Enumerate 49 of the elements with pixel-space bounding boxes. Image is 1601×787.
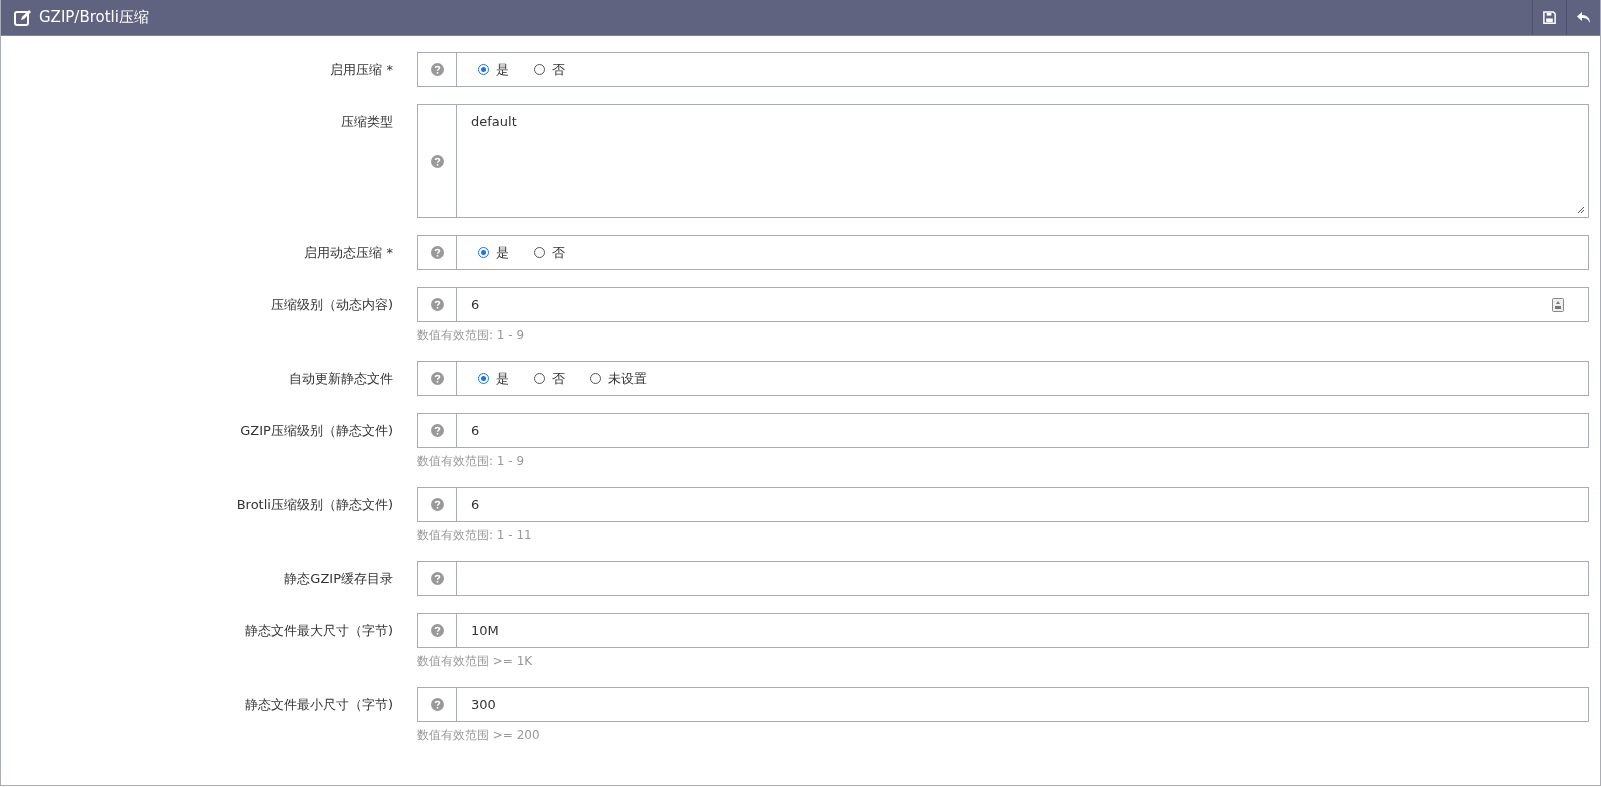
- picker-icon[interactable]: [1552, 297, 1564, 312]
- field-label: GZIP压缩级别（静态文件): [239, 422, 393, 440]
- field-value: 6: [471, 423, 480, 438]
- radio-option[interactable]: 是: [478, 60, 509, 79]
- radio-option[interactable]: 否: [534, 243, 565, 262]
- field-label: 自动更新静态文件: [288, 370, 393, 388]
- resize-grip-icon[interactable]: [1575, 204, 1585, 214]
- field-label: 静态文件最大尺寸（字节): [243, 622, 393, 640]
- field-label: 压缩级别（动态内容): [269, 296, 393, 314]
- hint-text: 数值有效范围: 1 - 9: [417, 453, 526, 470]
- help-icon[interactable]: [430, 63, 444, 76]
- hint-text: 数值有效范围: 1 - 9: [417, 327, 526, 344]
- field-label: 启用动态压缩 *: [303, 244, 393, 262]
- hint-text: 数值有效范围: 1 - 11: [417, 527, 533, 544]
- hint-text: 数值有效范围 >= 200: [417, 727, 541, 744]
- help-icon[interactable]: [430, 698, 444, 711]
- field-value: 6: [471, 497, 480, 512]
- input-field[interactable]: 300: [417, 687, 1589, 722]
- help-icon[interactable]: [430, 154, 444, 168]
- input-field[interactable]: 10M: [417, 613, 1589, 648]
- panel-title: GZIP/Brotli压缩: [39, 8, 149, 27]
- field-value: 6: [471, 297, 480, 312]
- input-field[interactable]: 6: [417, 287, 1589, 322]
- field-value: 10M: [471, 623, 499, 638]
- input-field[interactable]: 6: [417, 487, 1589, 522]
- radio-option[interactable]: 是: [478, 369, 509, 388]
- help-icon[interactable]: [430, 372, 444, 385]
- help-icon[interactable]: [430, 424, 444, 437]
- field-label: Brotli压缩级别（静态文件): [235, 496, 393, 514]
- radio-option[interactable]: 是: [478, 243, 509, 262]
- help-icon[interactable]: [430, 624, 444, 637]
- radio-option[interactable]: 否: [534, 60, 565, 79]
- input-field[interactable]: [417, 561, 1589, 596]
- edit-icon: [13, 7, 33, 28]
- hint-text: 数值有效范围 >= 1K: [417, 653, 534, 670]
- field-label: 压缩类型: [340, 113, 393, 131]
- field-label: 静态文件最小尺寸（字节): [243, 696, 393, 714]
- textarea-field[interactable]: default: [417, 104, 1589, 218]
- help-icon[interactable]: [430, 498, 444, 511]
- help-icon[interactable]: [430, 246, 444, 259]
- help-icon[interactable]: [430, 298, 444, 311]
- field-label: 静态GZIP缓存目录: [283, 570, 393, 588]
- field-value: default: [471, 114, 517, 129]
- radio-option[interactable]: 未设置: [590, 369, 647, 388]
- input-field[interactable]: 6: [417, 413, 1589, 448]
- help-icon[interactable]: [430, 572, 444, 585]
- field-value: 300: [471, 697, 496, 712]
- field-label: 启用压缩 *: [329, 61, 393, 79]
- radio-option[interactable]: 否: [534, 369, 565, 388]
